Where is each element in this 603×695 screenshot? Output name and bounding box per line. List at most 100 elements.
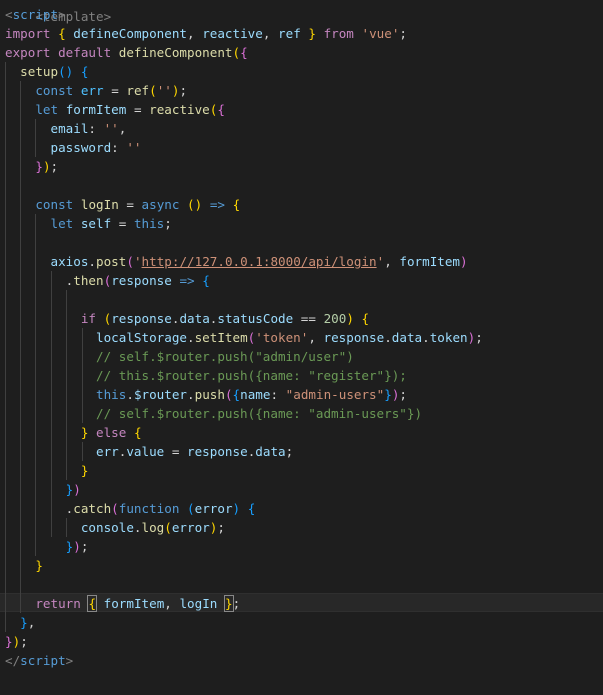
code-token: }	[224, 595, 234, 612]
code-token: .	[133, 520, 142, 535]
code-token: (	[149, 83, 157, 98]
code-token: response	[111, 311, 172, 326]
code-editor[interactable]: <template> <script> import { defineCompon…	[0, 0, 603, 695]
code-line[interactable]: console.log(error);	[5, 518, 225, 537]
code-token: ref	[126, 83, 150, 98]
code-line[interactable]: password: ''	[5, 138, 142, 157]
code-line[interactable]: const logIn = async () => {	[5, 195, 240, 214]
code-token: logIn	[179, 596, 218, 611]
code-token: return	[35, 596, 81, 611]
code-token: }	[5, 634, 13, 649]
code-token: formItem	[103, 596, 165, 611]
code-line[interactable]: .then(response => {	[5, 271, 210, 290]
code-line[interactable]: const err = ref('');	[5, 81, 187, 100]
code-line[interactable]: err.value = response.data;	[5, 442, 293, 461]
code-token: .	[384, 330, 392, 345]
code-line[interactable]: }	[5, 556, 43, 575]
code-line[interactable]: .catch(function (error) {	[5, 499, 256, 518]
code-token: 200	[323, 311, 347, 326]
code-line[interactable]: export default defineComponent({	[5, 43, 248, 62]
code-line[interactable]: // self.$router.push("admin/user")	[5, 347, 354, 366]
code-token: )	[42, 159, 51, 174]
code-line[interactable]: if (response.data.statusCode == 200) {	[5, 309, 369, 328]
code-line[interactable]: axios.post('http://127.0.0.1:8000/api/lo…	[5, 252, 468, 271]
code-line[interactable]: });	[5, 632, 28, 651]
code-line[interactable]: });	[5, 157, 58, 176]
code-line[interactable]: let formItem = reactive({	[5, 100, 225, 119]
code-token: script	[12, 7, 59, 22]
code-token: data	[391, 330, 423, 345]
code-token: email	[50, 121, 89, 136]
code-token: }	[35, 558, 43, 573]
code-line[interactable]: let self = this;	[5, 214, 172, 233]
code-token: .	[5, 501, 74, 516]
code-token: http://127.0.0.1:8000/api/login	[141, 254, 377, 269]
code-token: ,	[262, 26, 279, 41]
code-line[interactable]: }	[5, 461, 89, 480]
code-token: {	[232, 387, 241, 402]
code-token: }	[35, 159, 43, 174]
code-token: (	[126, 254, 134, 269]
code-token: {	[202, 273, 210, 288]
code-token: formItem	[65, 102, 127, 117]
code-line[interactable]: // self.$router.push({name: "admin-users…	[5, 404, 422, 423]
code-token: :	[270, 387, 286, 402]
code-token: setItem	[194, 330, 248, 345]
code-token: =	[164, 444, 188, 459]
code-line[interactable]: localStorage.setItem('token', response.d…	[5, 328, 483, 347]
code-token: error	[171, 520, 210, 535]
code-token: ''	[126, 140, 142, 155]
code-token: =	[126, 102, 150, 117]
code-line[interactable]: })	[5, 480, 81, 499]
code-line[interactable]: });	[5, 537, 89, 556]
code-token: ;	[217, 520, 225, 535]
code-token: (	[232, 45, 241, 60]
code-token: default	[58, 45, 112, 60]
code-token: '	[133, 254, 142, 269]
code-line[interactable]: } else {	[5, 423, 142, 442]
code-token: .	[126, 387, 134, 402]
code-token: {	[247, 501, 256, 516]
code-line[interactable]: </script>	[5, 651, 73, 670]
code-token: formItem	[399, 254, 461, 269]
code-line[interactable]: this.$router.push({name: "admin-users"})…	[5, 385, 407, 404]
code-line[interactable]: <script>	[5, 5, 66, 24]
code-line[interactable]: return { formItem, logIn };	[5, 594, 240, 613]
code-token: (	[187, 501, 195, 516]
code-line[interactable]: email: '',	[5, 119, 127, 138]
code-line[interactable]: setup() {	[5, 62, 88, 81]
code-token: ,	[384, 254, 400, 269]
code-line[interactable]: },	[5, 613, 35, 632]
code-token: reactive	[202, 26, 263, 41]
code-token: .	[88, 254, 97, 269]
code-token: async	[141, 197, 180, 212]
code-line[interactable]: import { defineComponent, reactive, ref …	[5, 24, 407, 43]
code-token: )	[460, 254, 468, 269]
code-line[interactable]: // this.$router.push({name: "register"})…	[5, 366, 407, 385]
code-token: ()	[58, 64, 74, 79]
code-token: :	[88, 121, 104, 136]
code-token: log	[141, 520, 165, 535]
